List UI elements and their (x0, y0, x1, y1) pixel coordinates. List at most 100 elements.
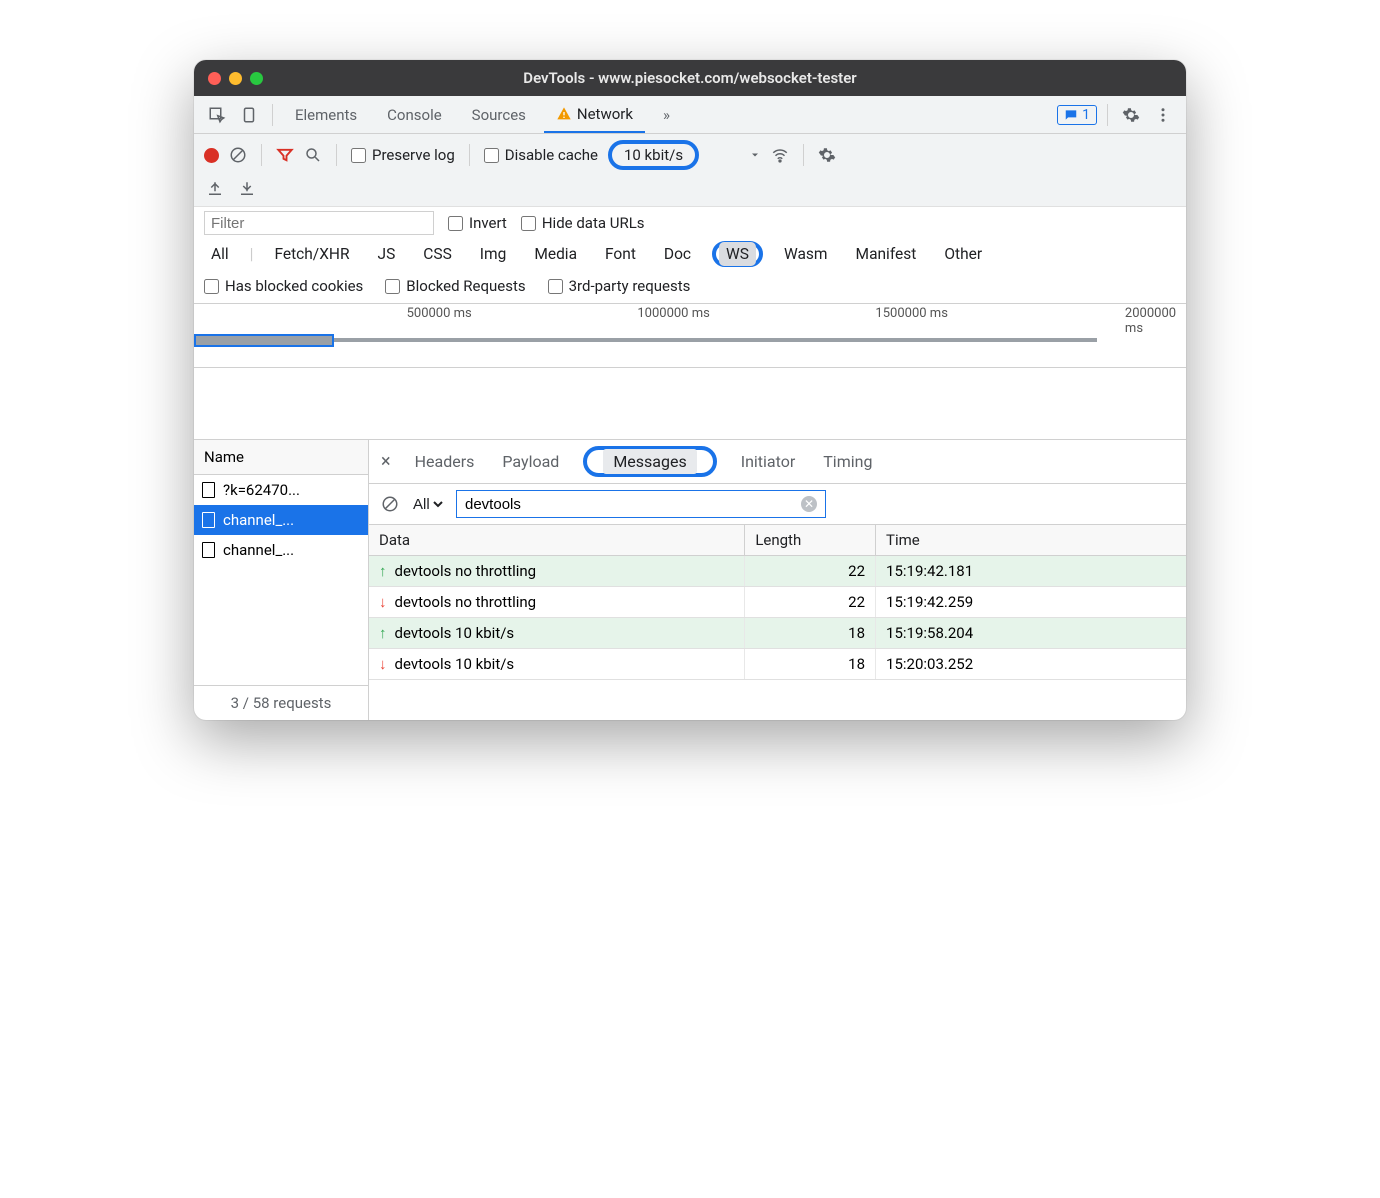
blocked-cookies-label: Has blocked cookies (225, 277, 363, 295)
inspect-element-icon[interactable] (204, 102, 230, 128)
maximize-window-button[interactable] (250, 72, 263, 85)
devtools-window: DevTools - www.piesocket.com/websocket-t… (194, 60, 1186, 720)
throttling-preset[interactable]: 10 kbit/s (608, 140, 699, 170)
request-row[interactable]: ?k=62470... (194, 475, 368, 505)
separator (469, 144, 470, 166)
minimize-window-button[interactable] (229, 72, 242, 85)
message-row[interactable]: devtools 10 kbit/s1815:20:03.252 (369, 649, 1186, 680)
third-party-input[interactable] (548, 279, 563, 294)
invert-input[interactable] (448, 216, 463, 231)
record-button[interactable] (204, 148, 219, 163)
filter-input[interactable] (204, 211, 434, 235)
tab-sources[interactable]: Sources (460, 96, 538, 133)
message-row[interactable]: devtools 10 kbit/s1815:19:58.204 (369, 618, 1186, 649)
message-data: devtools 10 kbit/s (369, 618, 745, 649)
tab-overflow[interactable]: » (651, 96, 682, 133)
blocked-requests-input[interactable] (385, 279, 400, 294)
export-har-icon[interactable] (238, 180, 256, 198)
invert-label: Invert (469, 214, 507, 232)
tab-timing[interactable]: Timing (819, 448, 876, 475)
tab-elements[interactable]: Elements (283, 96, 369, 133)
message-type-select[interactable]: All (409, 495, 446, 514)
issues-badge[interactable]: 1 (1057, 105, 1097, 125)
tab-payload[interactable]: Payload (498, 448, 563, 475)
tab-messages-highlight: Messages (583, 446, 716, 477)
type-all[interactable]: All (204, 242, 236, 266)
disable-cache-input[interactable] (484, 148, 499, 163)
separator (272, 104, 273, 126)
filter-toggle-icon[interactable] (276, 146, 294, 164)
tab-initiator[interactable]: Initiator (737, 448, 800, 475)
type-wasm[interactable]: Wasm (777, 242, 835, 266)
separator (803, 144, 804, 166)
third-party-checkbox[interactable]: 3rd-party requests (548, 277, 691, 295)
tab-console[interactable]: Console (375, 96, 454, 133)
col-time[interactable]: Time (876, 525, 1186, 556)
more-menu-icon[interactable] (1150, 102, 1176, 128)
message-data: devtools 10 kbit/s (369, 649, 745, 680)
preserve-log-input[interactable] (351, 148, 366, 163)
blocked-requests-label: Blocked Requests (406, 277, 525, 295)
throttle-label: 10 kbit/s (624, 146, 683, 164)
throttle-dropdown-icon[interactable] (749, 149, 761, 161)
type-doc[interactable]: Doc (657, 242, 698, 266)
hide-data-urls-checkbox[interactable]: Hide data URLs (521, 214, 645, 232)
type-media[interactable]: Media (527, 242, 584, 266)
messages-filter-bar: All ✕ (369, 484, 1186, 525)
type-img[interactable]: Img (473, 242, 514, 266)
request-label: channel_... (223, 541, 294, 559)
timeline-tick: 1500000 ms (875, 306, 947, 321)
message-search-input[interactable] (465, 496, 793, 513)
settings-icon[interactable] (1118, 102, 1144, 128)
invert-checkbox[interactable]: Invert (448, 214, 507, 232)
clear-button[interactable] (229, 146, 247, 164)
blocked-cookies-checkbox[interactable]: Has blocked cookies (204, 277, 363, 295)
message-row[interactable]: devtools no throttling2215:19:42.259 (369, 587, 1186, 618)
network-settings-icon[interactable] (818, 146, 836, 164)
type-font[interactable]: Font (598, 242, 643, 266)
resource-type-filters: All | Fetch/XHR JS CSS Img Media Font Do… (194, 239, 1186, 273)
disable-cache-checkbox[interactable]: Disable cache (484, 146, 598, 164)
blocked-requests-checkbox[interactable]: Blocked Requests (385, 277, 525, 295)
timeline-selection[interactable] (194, 334, 334, 347)
request-row[interactable]: channel_... (194, 505, 368, 535)
close-window-button[interactable] (208, 72, 221, 85)
type-other[interactable]: Other (937, 242, 989, 266)
col-data[interactable]: Data (369, 525, 745, 556)
tab-headers[interactable]: Headers (411, 448, 479, 475)
blocked-cookies-input[interactable] (204, 279, 219, 294)
request-list-header: Name (194, 440, 368, 475)
tab-network[interactable]: Network (544, 96, 645, 133)
message-length: 22 (745, 587, 876, 618)
request-row[interactable]: channel_... (194, 535, 368, 565)
type-js[interactable]: JS (371, 242, 403, 266)
hide-data-urls-label: Hide data URLs (542, 214, 645, 232)
timeline-detail (194, 368, 1186, 440)
disable-cache-label: Disable cache (505, 146, 598, 164)
timeline-tick: 500000 ms (407, 306, 472, 321)
tab-messages[interactable]: Messages (603, 449, 696, 474)
network-conditions-icon[interactable] (771, 146, 789, 164)
col-length[interactable]: Length (745, 525, 876, 556)
timeline-tick: 1000000 ms (637, 306, 709, 321)
separator (1107, 104, 1108, 126)
filter-row: Invert Hide data URLs (194, 206, 1186, 239)
hide-data-urls-input[interactable] (521, 216, 536, 231)
message-row[interactable]: devtools no throttling2215:19:42.181 (369, 556, 1186, 587)
clear-search-icon[interactable]: ✕ (801, 496, 817, 512)
preserve-log-checkbox[interactable]: Preserve log (351, 146, 455, 164)
close-detail-icon[interactable]: × (381, 451, 391, 472)
clear-messages-icon[interactable] (381, 495, 399, 513)
type-css[interactable]: CSS (416, 242, 459, 266)
network-toolbar: Preserve log Disable cache 10 kbit/s (194, 134, 1186, 176)
device-toolbar-icon[interactable] (236, 102, 262, 128)
search-icon[interactable] (304, 146, 322, 164)
overview-timeline[interactable]: 500000 ms 1000000 ms 1500000 ms 2000000 … (194, 304, 1186, 368)
titlebar: DevTools - www.piesocket.com/websocket-t… (194, 60, 1186, 96)
tab-label: Sources (472, 106, 526, 124)
type-fetch-xhr[interactable]: Fetch/XHR (267, 242, 356, 266)
type-ws[interactable]: WS (719, 242, 756, 266)
tab-label: Network (577, 105, 633, 123)
type-manifest[interactable]: Manifest (849, 242, 924, 266)
import-har-icon[interactable] (206, 180, 224, 198)
